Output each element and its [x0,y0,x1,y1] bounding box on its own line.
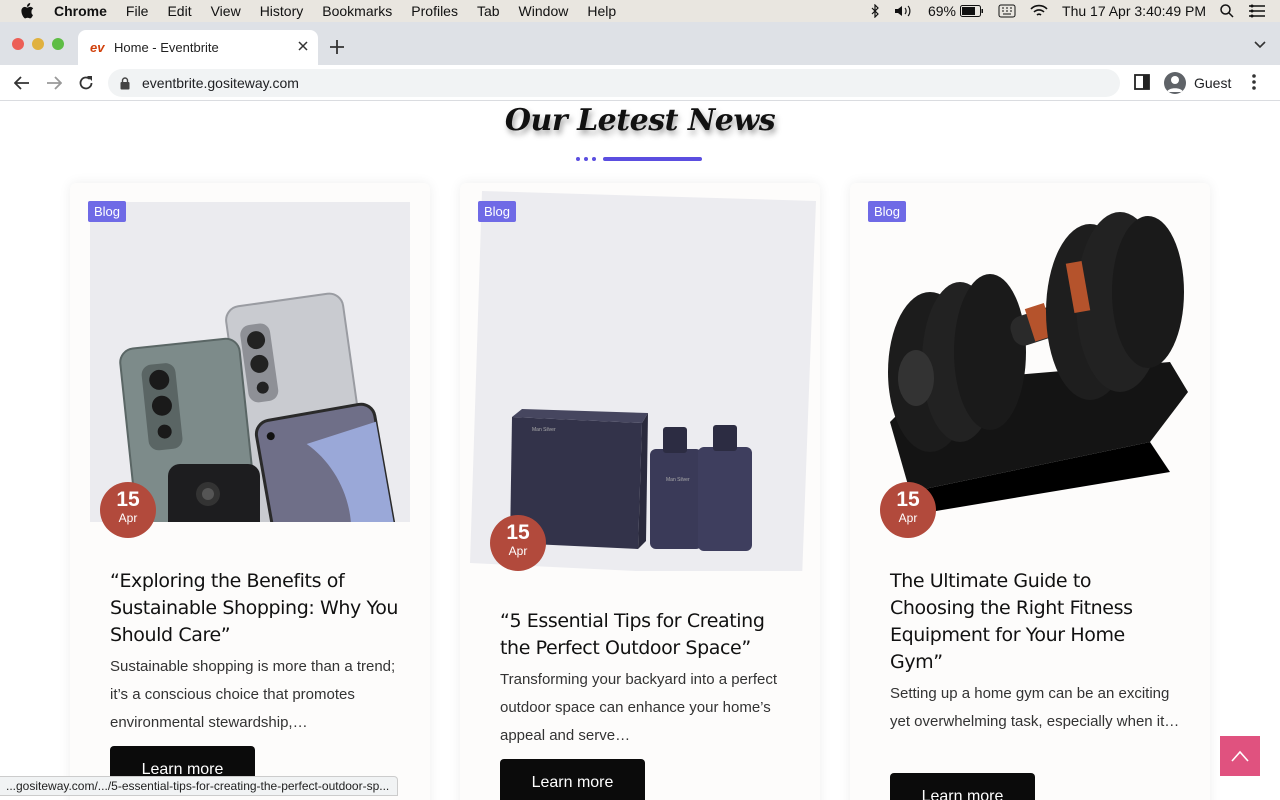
menu-edit[interactable]: Edit [167,3,191,19]
date-badge: 15 Apr [490,515,546,571]
tab-strip: ev Home - Eventbrite [0,22,1280,65]
menu-tab[interactable]: Tab [477,3,500,19]
date-badge: 15 Apr [100,482,156,538]
menu-clock[interactable]: Thu 17 Apr 3:40:49 PM [1062,3,1206,19]
profile-label: Guest [1194,75,1232,91]
battery-percent: 69% [927,3,957,19]
menu-history[interactable]: History [260,3,304,19]
date-day: 15 [506,521,530,544]
keyboard-input-icon[interactable] [998,4,1016,18]
macos-menu-bar: Chrome File Edit View History Bookmarks … [0,0,1280,22]
volume-icon[interactable] [894,4,914,18]
post-excerpt: Transforming your backyard into a perfec… [500,671,778,744]
news-card: Blog 15 Apr The Ultimate Guide to Choosi… [850,183,1210,800]
spotlight-search-icon[interactable] [1220,4,1234,18]
eventbrite-favicon: ev [90,40,105,55]
wifi-icon[interactable] [1030,4,1048,18]
news-card: Blog Man Silver Man Silver 15 Apr “5 Ess… [460,183,820,800]
post-title[interactable]: “5 Essential Tips for Creating the Perfe… [500,608,790,662]
post-title[interactable]: The Ultimate Guide to Choosing the Right… [890,568,1180,676]
page-content: Our Letest News Blog 15 Apr “Exploring t… [0,101,1280,800]
menu-profiles[interactable]: Profiles [411,3,458,19]
menu-file[interactable]: File [126,3,149,19]
close-window-button[interactable] [12,38,24,50]
category-badge[interactable]: Blog [478,201,517,222]
apple-icon[interactable] [20,3,38,19]
tab-title: Home - Eventbrite [114,40,219,55]
category-badge[interactable]: Blog [868,201,907,222]
close-tab-icon[interactable] [298,38,308,56]
chevron-up-icon [1231,750,1249,762]
control-center-icon[interactable] [1248,4,1266,18]
date-day: 15 [896,488,920,511]
tab-search-chevron-icon[interactable] [1254,36,1266,54]
bluetooth-icon[interactable] [870,4,880,18]
minimize-window-button[interactable] [32,38,44,50]
date-month: Apr [118,511,138,525]
heading-divider [576,157,702,161]
date-day: 15 [116,488,140,511]
product-box-image[interactable]: Man Silver Man Silver [470,191,816,579]
window-controls [12,38,72,50]
date-badge: 15 Apr [880,482,936,538]
forward-button[interactable] [44,73,64,93]
back-button[interactable] [12,73,32,93]
guest-avatar-icon [1164,72,1186,94]
learn-more-button[interactable]: Learn more [500,759,645,800]
menu-bookmarks[interactable]: Bookmarks [322,3,392,19]
url-text[interactable]: eventbrite.gositeway.com [142,75,299,91]
section-heading: Our Letest News [504,103,776,138]
dumbbell-image[interactable] [870,202,1190,522]
lock-icon[interactable] [120,76,134,90]
browser-toolbar: eventbrite.gositeway.com Guest [0,65,1280,101]
profile-button[interactable]: Guest [1158,68,1240,98]
battery-icon[interactable] [960,5,984,17]
chrome-menu-icon[interactable] [1252,74,1256,95]
scroll-to-top-button[interactable] [1220,736,1260,776]
link-status-bar: ...gositeway.com/.../5-essential-tips-fo… [0,776,399,796]
category-badge[interactable]: Blog [88,201,127,222]
zoom-window-button[interactable] [52,38,64,50]
tab-home-eventbrite[interactable]: ev Home - Eventbrite [78,30,318,65]
post-title[interactable]: “Exploring the Benefits of Sustainable S… [110,568,400,649]
post-excerpt: Sustainable shopping is more than a tren… [110,658,396,731]
date-month: Apr [508,544,528,558]
menu-view[interactable]: View [211,3,241,19]
box-label: Man Silver [532,427,556,433]
address-bar[interactable]: eventbrite.gositeway.com [108,69,1120,97]
news-card: Blog 15 Apr “Exploring the Benefits of S… [70,183,430,800]
reload-button[interactable] [76,73,96,93]
menu-help[interactable]: Help [587,3,616,19]
date-month: Apr [898,511,918,525]
new-tab-button[interactable] [330,34,344,60]
post-excerpt: Setting up a home gym can be an exciting… [890,685,1180,730]
side-panel-icon[interactable] [1134,74,1150,95]
phones-image[interactable] [90,202,410,522]
menu-app-name[interactable]: Chrome [54,3,107,19]
bottle-label: Man Silver [666,477,690,483]
learn-more-button[interactable]: Learn more [890,773,1035,800]
menu-window[interactable]: Window [519,3,569,19]
